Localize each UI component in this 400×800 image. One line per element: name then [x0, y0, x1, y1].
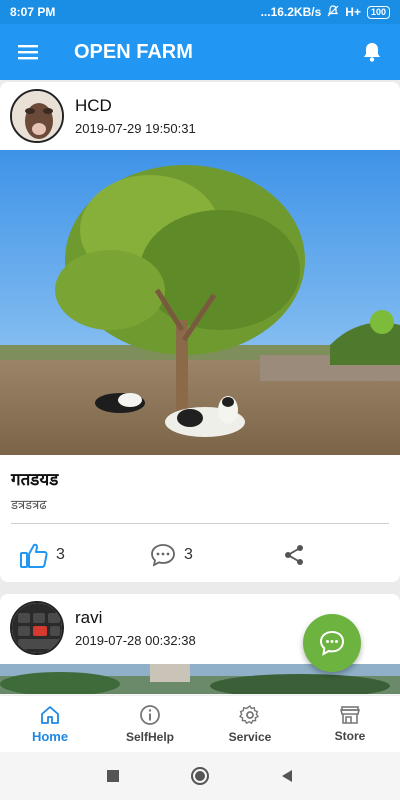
info-icon: [140, 705, 160, 725]
share-icon: [285, 545, 303, 565]
chat-fab[interactable]: [303, 614, 361, 672]
gear-icon: [239, 705, 259, 724]
post-timestamp: 2019-07-28 00:32:38: [75, 633, 196, 648]
avatar[interactable]: [10, 601, 64, 655]
post-author[interactable]: HCD: [75, 96, 196, 116]
system-navigation: [0, 752, 400, 800]
share-button[interactable]: [282, 543, 306, 567]
thumbs-up-icon: [20, 543, 48, 568]
nav-service[interactable]: Service: [200, 696, 300, 752]
post-subtitle: डत्रडत्रढ: [11, 498, 47, 513]
post-card[interactable]: HCD 2019-07-29 19:50:31 गतडयड डत्रडत्रढ …: [0, 82, 400, 582]
post-image[interactable]: [0, 150, 400, 455]
mute-icon: [327, 4, 339, 20]
recents-icon[interactable]: [106, 769, 120, 783]
hamburger-icon: [18, 45, 38, 60]
post-actions: 3 3: [0, 524, 400, 582]
status-time: 8:07 PM: [10, 5, 56, 19]
post-title: गतडयड: [11, 470, 59, 490]
nav-service-label: Service: [228, 730, 272, 744]
post-header: HCD 2019-07-29 19:50:31: [0, 82, 400, 150]
battery-icon: 100: [366, 5, 390, 19]
chat-icon: [319, 630, 345, 656]
notifications-button[interactable]: [344, 24, 400, 80]
post-timestamp: 2019-07-29 19:50:31: [75, 121, 196, 136]
nav-store[interactable]: Store: [300, 696, 400, 752]
like-count: 3: [56, 546, 65, 563]
app-bar: OPEN FARM: [0, 24, 400, 80]
menu-button[interactable]: [0, 24, 56, 80]
avatar[interactable]: [10, 89, 64, 143]
comment-button[interactable]: 3: [150, 543, 282, 567]
post-author[interactable]: ravi: [75, 608, 196, 628]
home-circle-icon[interactable]: [190, 766, 210, 786]
network-speed: ...16.2KB/s: [260, 5, 322, 19]
nav-home[interactable]: Home: [0, 696, 100, 752]
bell-icon: [364, 43, 380, 62]
nav-store-label: Store: [334, 729, 366, 743]
store-icon: [339, 706, 361, 724]
home-icon: [41, 705, 59, 724]
like-button[interactable]: 3: [20, 542, 150, 568]
bottom-nav: Home SelfHelp Service Store: [0, 696, 400, 752]
app-title: OPEN FARM: [74, 40, 193, 63]
nav-selfhelp-label: SelfHelp: [125, 730, 174, 744]
nav-selfhelp[interactable]: SelfHelp: [100, 696, 200, 752]
status-indicators: ...16.2KB/s H+ 100: [260, 4, 390, 20]
comment-icon: [151, 544, 175, 567]
status-bar: 8:07 PM ...16.2KB/s H+ 100: [0, 0, 400, 24]
nav-home-label: Home: [31, 728, 69, 744]
comment-count: 3: [184, 546, 193, 563]
signal-label: H+: [345, 5, 361, 19]
post-feed[interactable]: HCD 2019-07-29 19:50:31 गतडयड डत्रडत्रढ …: [0, 80, 400, 696]
back-icon[interactable]: [280, 769, 294, 783]
